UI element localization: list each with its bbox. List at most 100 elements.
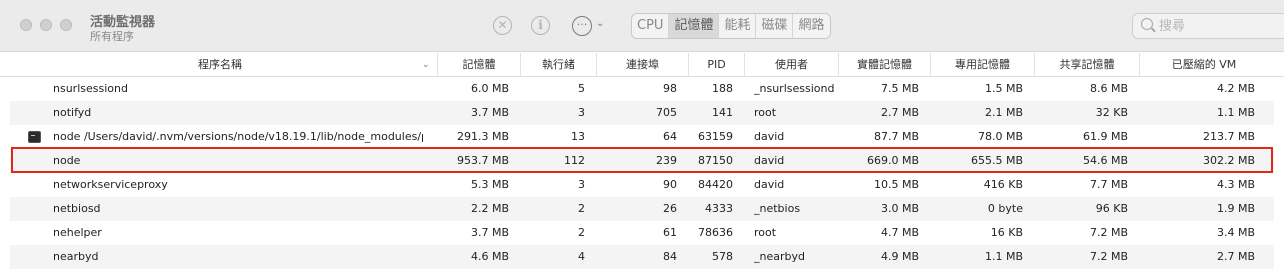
- cell-user: david: [754, 130, 785, 143]
- cell-threads: 112: [564, 154, 585, 167]
- cell-private-mem: 78.0 MB: [977, 130, 1023, 143]
- table-row[interactable]: notifyd 3.7 MB 3 705 141 root 2.7 MB 2.1 MB 32 K…: [10, 101, 1274, 125]
- tab-2[interactable]: 能耗: [719, 14, 757, 38]
- cell-real-mem: 4.9 MB: [880, 250, 919, 263]
- cell-compressed: 302.2 MB: [1202, 154, 1255, 167]
- cell-private-mem: 16 KB: [990, 226, 1023, 239]
- category-tabs: CPU 記憶體 能耗 磁碟 網路: [631, 13, 831, 39]
- close-window-button[interactable]: [20, 19, 32, 31]
- cell-compressed: 1.1 MB: [1216, 106, 1255, 119]
- chevron-down-icon[interactable]: ⌄: [596, 18, 604, 29]
- table-row[interactable]: node /Users/david/.nvm/versions/node/v18…: [10, 125, 1274, 149]
- column-header-private-mem[interactable]: 專用記憶體: [930, 53, 1034, 77]
- table-row[interactable]: nehelper 3.7 MB 2 61 78636 root 4.7 MB 16 KB 7.2…: [10, 221, 1274, 245]
- cell-pid: 578: [712, 250, 733, 263]
- cell-name: nsurlsessiond: [53, 82, 128, 95]
- cell-memory: 953.7 MB: [456, 154, 509, 167]
- cell-real-mem: 4.7 MB: [880, 226, 919, 239]
- cell-ports: 61: [663, 226, 677, 239]
- cell-threads: 2: [578, 226, 585, 239]
- cell-name: nearbyd: [53, 250, 99, 263]
- cell-ports: 26: [663, 202, 677, 215]
- cell-shared-mem: 61.9 MB: [1082, 130, 1128, 143]
- cell-memory: 291.3 MB: [456, 130, 509, 143]
- cell-threads: 5: [578, 82, 585, 95]
- cell-memory: 3.7 MB: [470, 106, 509, 119]
- table-row[interactable]: node 953.7 MB 112 239 87150 david 669.0 MB 655.…: [10, 149, 1274, 173]
- cell-name: node /Users/david/.nvm/versions/node/v18…: [53, 130, 423, 143]
- cell-threads: 3: [578, 106, 585, 119]
- terminal-icon: [28, 131, 41, 143]
- tab-0[interactable]: CPU: [632, 14, 670, 38]
- cell-ports: 705: [656, 106, 677, 119]
- column-header-shared-mem[interactable]: 共享記憶體: [1034, 53, 1139, 77]
- cell-shared-mem: 7.7 MB: [1089, 178, 1128, 191]
- cell-pid: 78636: [698, 226, 733, 239]
- cell-user: david: [754, 154, 785, 167]
- table-row[interactable]: networkserviceproxy 5.3 MB 3 90 84420 david 10…: [10, 173, 1274, 197]
- column-header-name[interactable]: 程序名稱: [10, 53, 430, 77]
- column-header-user[interactable]: 使用者: [744, 53, 838, 77]
- cell-user: root: [754, 106, 777, 119]
- cell-real-mem: 7.5 MB: [880, 82, 919, 95]
- table-row[interactable]: netbiosd 2.2 MB 2 26 4333 _netbios 3.0 MB 0 byt…: [10, 197, 1274, 221]
- cell-user: david: [754, 178, 785, 191]
- search-icon: [1141, 18, 1153, 30]
- cell-memory: 6.0 MB: [470, 82, 509, 95]
- cell-compressed: 4.3 MB: [1216, 178, 1255, 191]
- info-icon[interactable]: i: [531, 16, 550, 35]
- cell-user: _netbios: [754, 202, 801, 215]
- cell-private-mem: 416 KB: [983, 178, 1023, 191]
- sort-chevron-icon[interactable]: ⌄: [422, 53, 430, 77]
- cell-ports: 90: [663, 178, 677, 191]
- column-header-compressed[interactable]: 已壓縮的 VM: [1139, 53, 1268, 77]
- cell-memory: 4.6 MB: [470, 250, 509, 263]
- zoom-window-button[interactable]: [60, 19, 72, 31]
- column-header-real-mem[interactable]: 實體記憶體: [838, 53, 930, 77]
- cell-private-mem: 2.1 MB: [984, 106, 1023, 119]
- cell-pid: 63159: [698, 130, 733, 143]
- column-header-ports[interactable]: 連接埠: [596, 53, 688, 77]
- toolbar: 活動監視器 所有程序 ✕ i ··· ⌄ CPU 記憶體 能耗 磁碟 網路: [0, 0, 1284, 52]
- cell-compressed: 3.4 MB: [1216, 226, 1255, 239]
- table-row[interactable]: nearbyd 4.6 MB 4 84 578 _nearbyd 4.9 MB 1.1 MB 7…: [10, 245, 1274, 269]
- column-header-pid[interactable]: PID: [688, 53, 744, 77]
- search-input[interactable]: [1159, 17, 1279, 35]
- tab-1[interactable]: 記憶體: [669, 14, 720, 38]
- cell-shared-mem: 8.6 MB: [1089, 82, 1128, 95]
- cell-memory: 2.2 MB: [470, 202, 509, 215]
- cell-compressed: 1.9 MB: [1216, 202, 1255, 215]
- column-header-threads[interactable]: 執行緒: [520, 53, 596, 77]
- cell-compressed: 4.2 MB: [1216, 82, 1255, 95]
- cell-ports: 98: [663, 82, 677, 95]
- cell-shared-mem: 32 KB: [1095, 106, 1128, 119]
- cell-shared-mem: 7.2 MB: [1089, 250, 1128, 263]
- cell-shared-mem: 7.2 MB: [1089, 226, 1128, 239]
- cell-threads: 2: [578, 202, 585, 215]
- cell-threads: 4: [578, 250, 585, 263]
- cell-ports: 64: [663, 130, 677, 143]
- cell-real-mem: 87.7 MB: [873, 130, 919, 143]
- cell-real-mem: 3.0 MB: [880, 202, 919, 215]
- cell-compressed: 2.7 MB: [1216, 250, 1255, 263]
- tab-4[interactable]: 網路: [793, 14, 829, 38]
- cell-private-mem: 0 byte: [987, 202, 1023, 215]
- cell-private-mem: 1.5 MB: [984, 82, 1023, 95]
- cell-shared-mem: 96 KB: [1095, 202, 1128, 215]
- column-header-memory[interactable]: 記憶體: [437, 53, 520, 77]
- cell-memory: 5.3 MB: [470, 178, 509, 191]
- cell-pid: 141: [712, 106, 733, 119]
- tab-3[interactable]: 磁碟: [756, 14, 794, 38]
- cell-private-mem: 1.1 MB: [984, 250, 1023, 263]
- more-actions-icon[interactable]: ···: [572, 16, 592, 36]
- table-row[interactable]: nsurlsessiond 6.0 MB 5 98 188 _nsurlsessiond 7…: [10, 77, 1274, 101]
- cell-ports: 84: [663, 250, 677, 263]
- cell-name: networkserviceproxy: [53, 178, 168, 191]
- cell-real-mem: 2.7 MB: [880, 106, 919, 119]
- cell-name: notifyd: [53, 106, 92, 119]
- cell-pid: 4333: [705, 202, 733, 215]
- stop-process-icon[interactable]: ✕: [493, 16, 512, 35]
- window-subtitle: 所有程序: [90, 30, 134, 43]
- minimize-window-button[interactable]: [40, 19, 52, 31]
- search-field[interactable]: [1132, 13, 1284, 39]
